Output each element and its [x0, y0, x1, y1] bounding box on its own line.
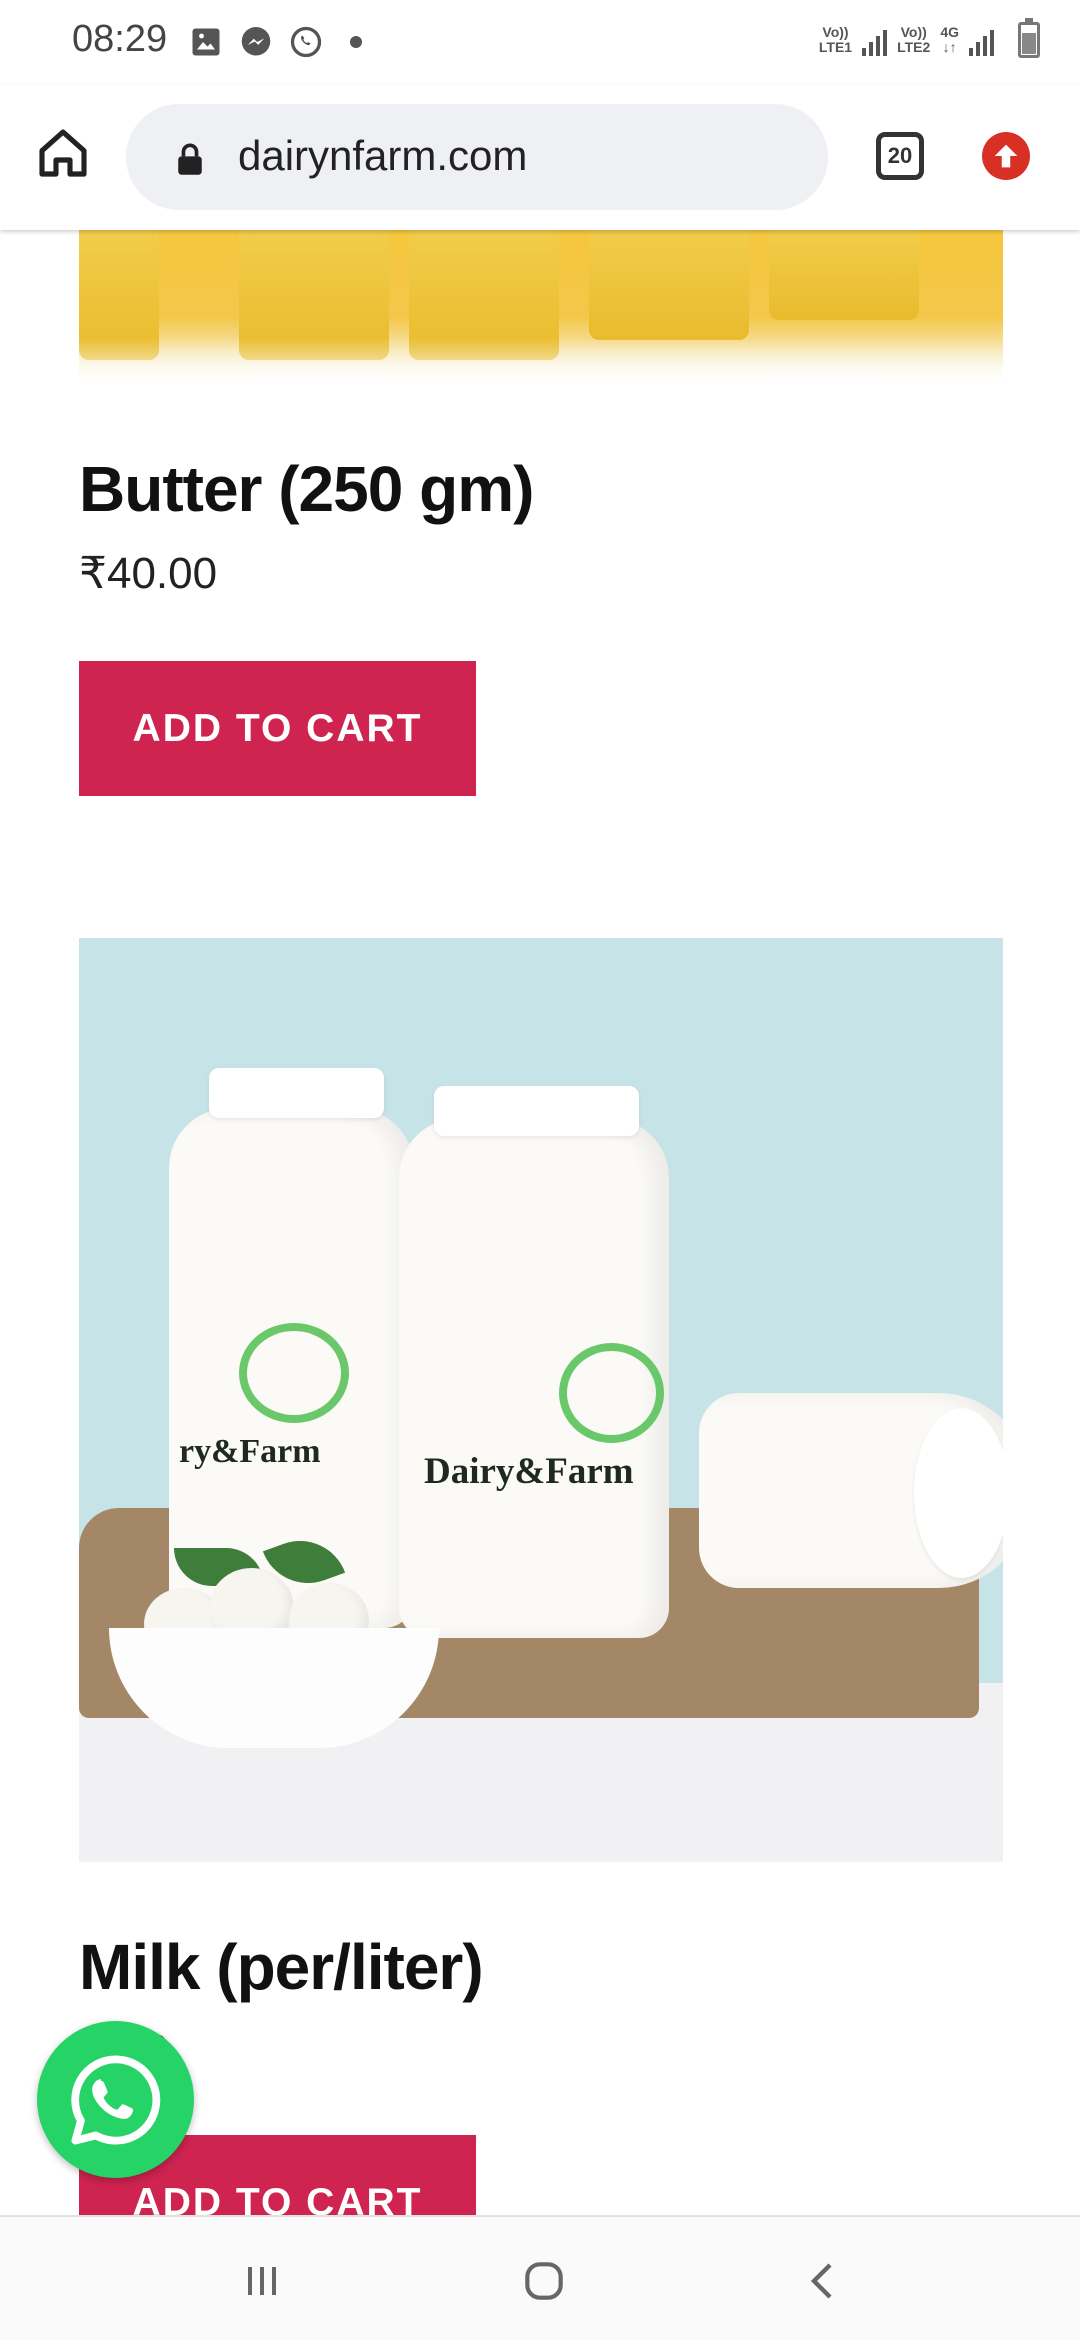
signal-bars-icon: [969, 24, 994, 56]
arrow-up-icon: [994, 144, 1018, 168]
butter-product-image[interactable]: [79, 230, 1003, 388]
product-title[interactable]: Milk (per/liter): [79, 1930, 484, 2004]
update-button[interactable]: [982, 132, 1030, 180]
messenger-icon: [241, 27, 271, 56]
home-icon: [39, 129, 87, 177]
lock-icon: [178, 143, 202, 175]
milk-product-image[interactable]: ry&Farm Dairy&Farm: [79, 938, 1003, 1862]
status-bar: 08:29 Vo)) LTE1 Vo)) LTE2 4G ↓↑: [0, 0, 1080, 84]
system-status: Vo)) LTE1 Vo)) LTE2 4G ↓↑: [818, 18, 1040, 58]
tab-switcher-button[interactable]: 20: [876, 132, 924, 180]
dot-icon: [350, 36, 362, 48]
product-list: Butter (250 gm) ₹40.00 ADD TO CART ry&Fa…: [0, 230, 1080, 2215]
url-text[interactable]: dairynfarm.com: [238, 132, 527, 180]
whatsapp-chat-button[interactable]: [37, 2021, 194, 2178]
whatsapp-icon: [70, 2054, 160, 2145]
home-circle-icon: [525, 2262, 563, 2300]
product-title[interactable]: Butter (250 gm): [79, 452, 534, 526]
whatsapp-icon: [290, 26, 322, 58]
signal-bars-icon: [862, 24, 888, 56]
recent-apps-button[interactable]: [232, 2251, 292, 2311]
browser-toolbar: dairynfarm.com 20: [0, 84, 1080, 230]
home-button[interactable]: [30, 120, 96, 186]
notification-icons: [188, 24, 374, 60]
logo-text-center: Dairy&Farm: [424, 1451, 634, 1492]
address-bar[interactable]: dairynfarm.com: [126, 104, 828, 210]
network-type: 4G ↓↑: [940, 24, 959, 55]
back-button[interactable]: [794, 2251, 854, 2311]
logo-text-left: ry&Farm: [179, 1433, 321, 1470]
sim1-label: Vo)) LTE1: [818, 24, 853, 55]
gallery-icon: [192, 28, 220, 56]
system-navigation-bar: [0, 2215, 1080, 2340]
home-nav-button[interactable]: [514, 2251, 574, 2311]
recent-apps-icon: [248, 2267, 276, 2295]
battery-icon: [1018, 18, 1040, 58]
add-to-cart-button[interactable]: ADD TO CART: [79, 661, 476, 796]
back-chevron-icon: [810, 2263, 832, 2299]
sim2-label: Vo)) LTE2: [897, 24, 931, 55]
product-price: ₹40.00: [79, 549, 218, 598]
status-time: 08:29: [72, 18, 168, 60]
